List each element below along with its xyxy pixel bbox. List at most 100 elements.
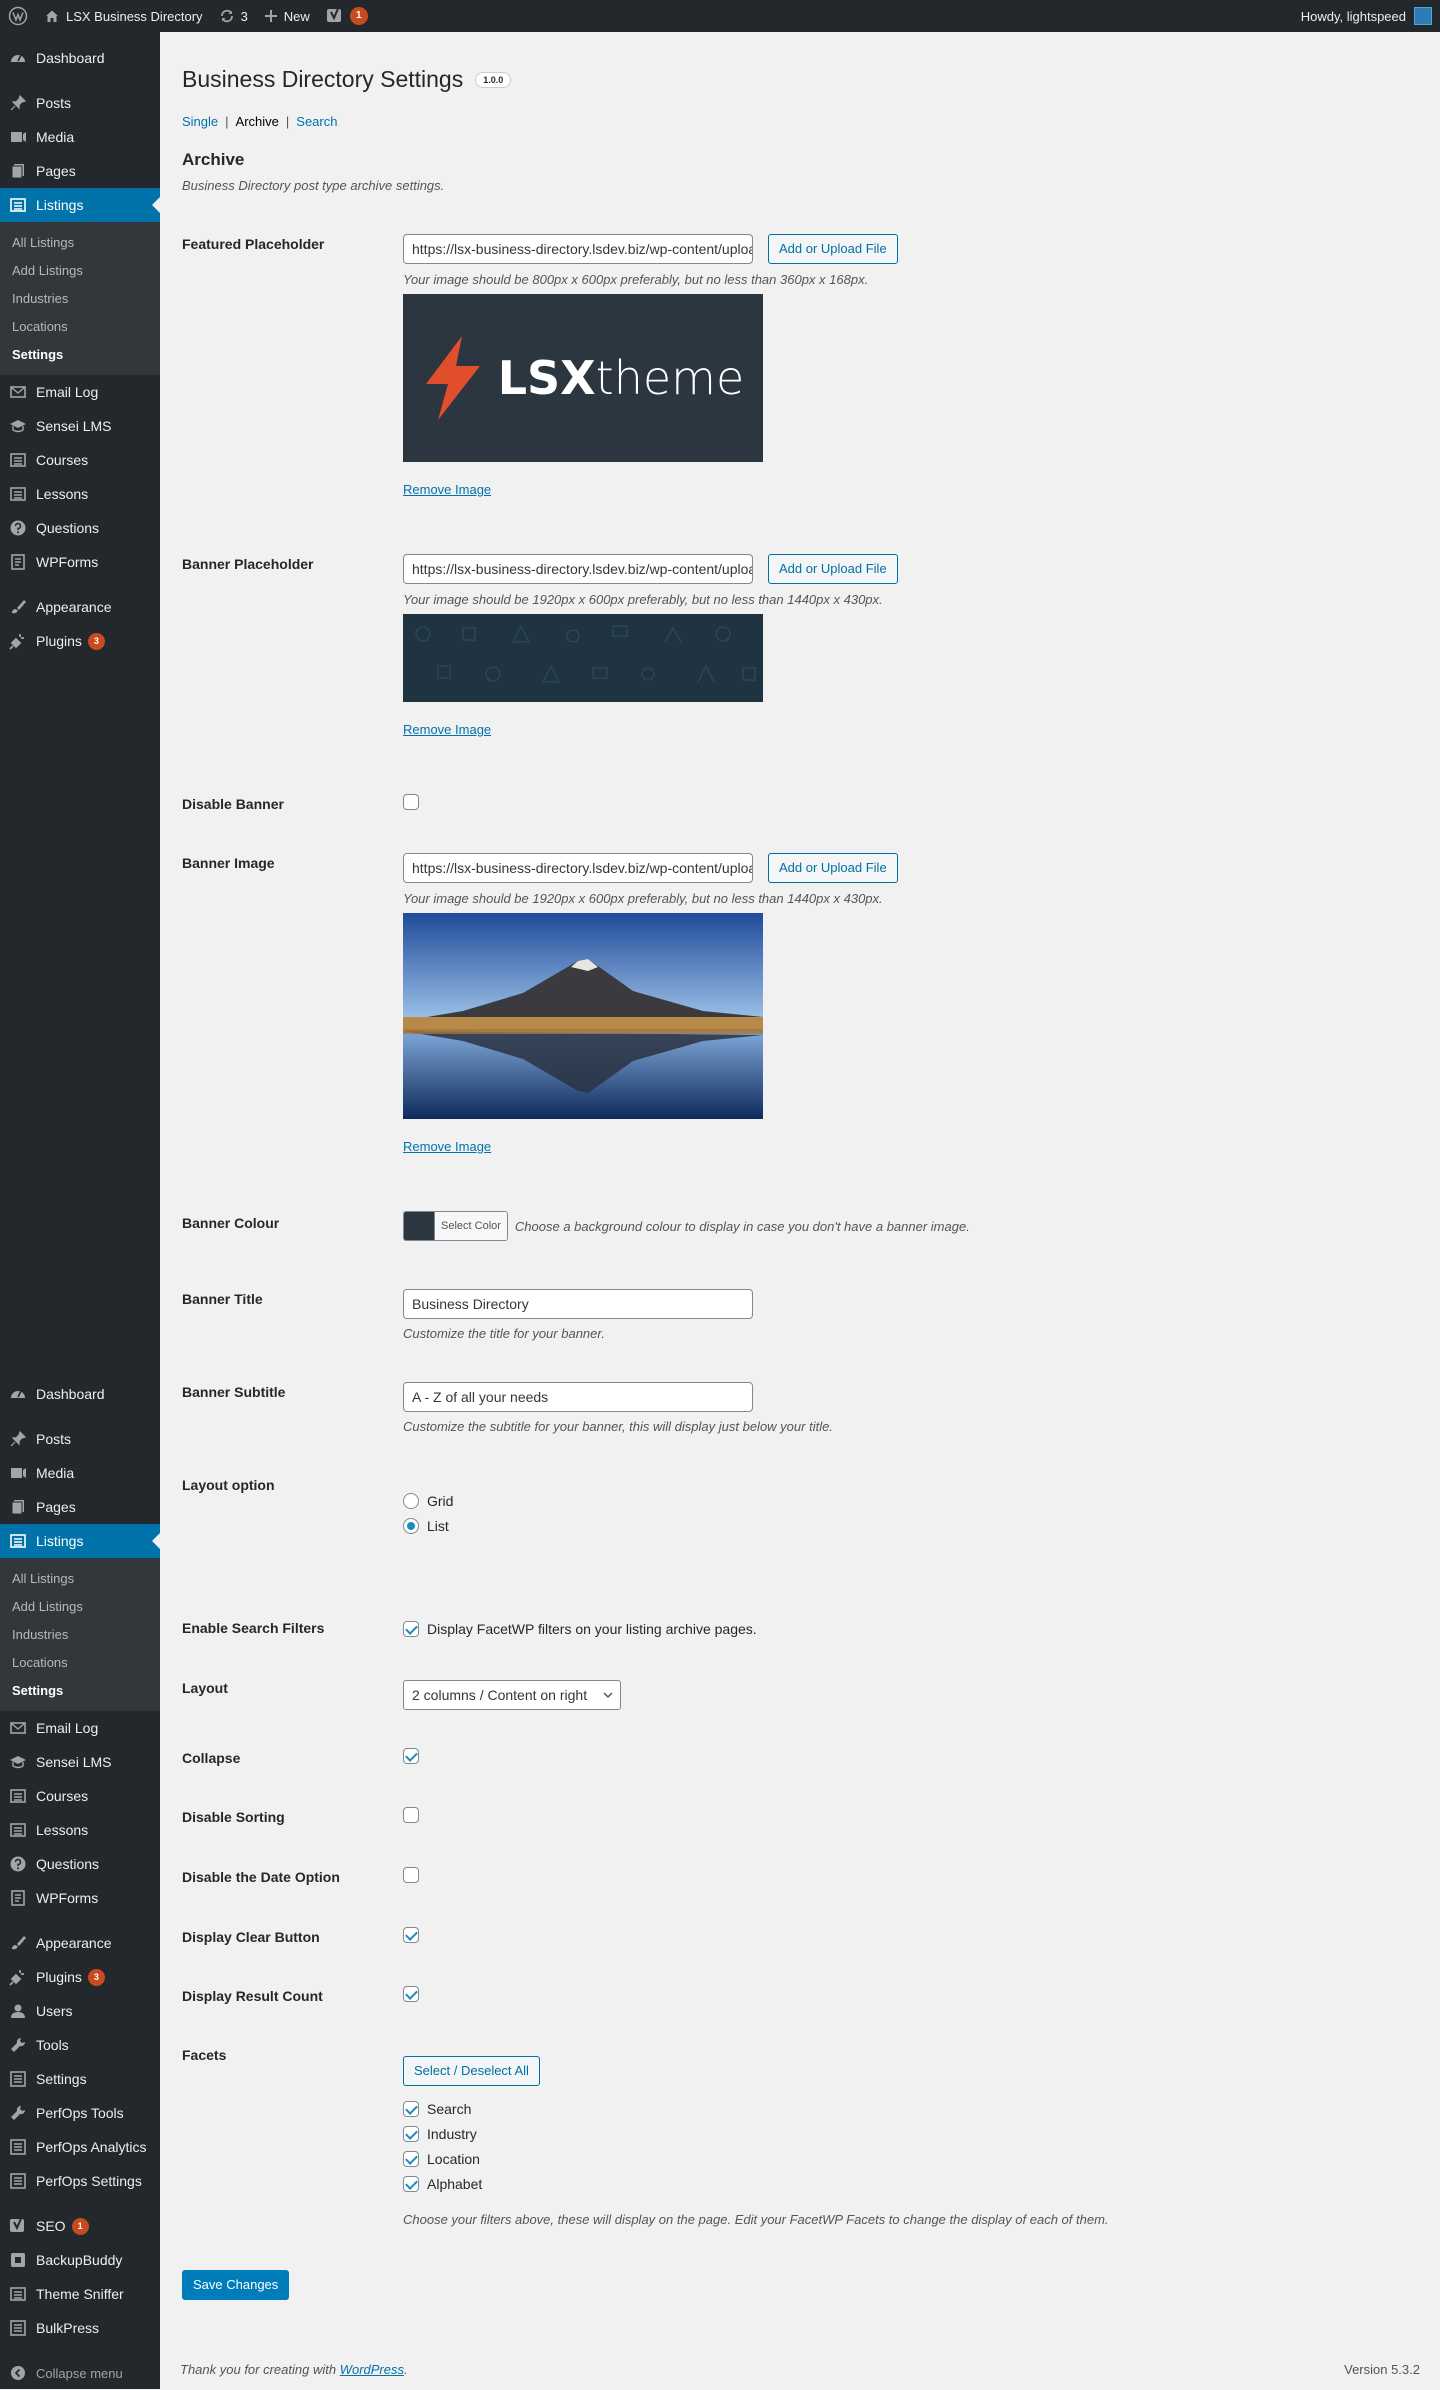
list-radio[interactable] <box>403 1517 419 1534</box>
banner-image-input[interactable]: https://lsx-business-directory.lsdev.biz… <box>403 853 753 883</box>
disable-banner-checkbox[interactable] <box>403 794 419 810</box>
menu-item-perfops-settings[interactable]: PerfOps Settings <box>0 2164 160 2198</box>
question-icon <box>0 1847 36 1881</box>
facet-option-alphabet[interactable]: Alphabet <box>403 2171 1109 2196</box>
menu-item-courses[interactable]: Courses <box>0 443 160 477</box>
featured-placeholder-input[interactable]: https://lsx-business-directory.lsdev.biz… <box>403 234 753 264</box>
submenu-item-add-listings[interactable]: Add Listings <box>0 1593 160 1621</box>
site-name-link[interactable]: LSX Business Directory <box>36 0 211 32</box>
menu-item-posts[interactable]: Posts <box>0 1422 160 1456</box>
facet-option-search[interactable]: Search <box>403 2096 1109 2121</box>
menu-item-bulkpress[interactable]: BulkPress <box>0 2311 160 2345</box>
menu-item-label: Listings <box>36 1533 84 1549</box>
layout-select[interactable]: 2 columns / Content on right <box>403 1680 621 1710</box>
menu-item-courses[interactable]: Courses <box>0 1779 160 1813</box>
menu-item-wpforms[interactable]: WPForms <box>0 1881 160 1915</box>
menu-item-users[interactable]: Users <box>0 1994 160 2028</box>
submenu-item-all-listings[interactable]: All Listings <box>0 1565 160 1593</box>
menu-item-tools[interactable]: Tools <box>0 2028 160 2062</box>
featured-remove-image-link[interactable]: Remove Image <box>403 482 491 497</box>
banner-subtitle-input[interactable]: A - Z of all your needs <box>403 1382 753 1412</box>
menu-item-questions[interactable]: Questions <box>0 511 160 545</box>
menu-item-lessons[interactable]: Lessons <box>0 1813 160 1847</box>
banner-image-remove-image-link[interactable]: Remove Image <box>403 1139 491 1154</box>
menu-item-theme-sniffer[interactable]: Theme Sniffer <box>0 2277 160 2311</box>
submenu-item-industries[interactable]: Industries <box>0 285 160 313</box>
disable-date-checkbox[interactable] <box>403 1867 419 1883</box>
banner-placeholder-input[interactable]: https://lsx-business-directory.lsdev.biz… <box>403 554 753 584</box>
menu-item-plugins[interactable]: Plugins 3 <box>0 624 160 658</box>
banner-placeholder-remove-image-link[interactable]: Remove Image <box>403 722 491 737</box>
wordpress-link[interactable]: WordPress <box>340 2362 404 2377</box>
submenu-item-all-listings[interactable]: All Listings <box>0 229 160 257</box>
list-icon <box>0 477 36 511</box>
my-account-link[interactable]: Howdy, lightspeed <box>1293 0 1440 32</box>
tab-single[interactable]: Single <box>182 114 218 129</box>
submenu-item-settings[interactable]: Settings <box>0 1677 160 1705</box>
submenu-item-industries[interactable]: Industries <box>0 1621 160 1649</box>
select-color-button[interactable]: Select Color <box>403 1211 508 1241</box>
banner-title-input[interactable]: Business Directory <box>403 1289 753 1319</box>
facet-option-location[interactable]: Location <box>403 2146 1109 2171</box>
featured-upload-button[interactable]: Add or Upload File <box>768 234 898 264</box>
menu-item-email-log[interactable]: Email Log <box>0 375 160 409</box>
menu-item-pages[interactable]: Pages <box>0 1490 160 1524</box>
grid-radio[interactable] <box>403 1492 419 1509</box>
tab-search[interactable]: Search <box>296 114 337 129</box>
facet-option-industry[interactable]: Industry <box>403 2121 1109 2146</box>
menu-item-dashboard[interactable]: Dashboard <box>0 1377 160 1411</box>
disable-sorting-checkbox[interactable] <box>403 1807 419 1823</box>
submenu-item-add-listings[interactable]: Add Listings <box>0 257 160 285</box>
submenu-item-settings[interactable]: Settings <box>0 341 160 369</box>
menu-item-listings[interactable]: Listings <box>0 188 160 222</box>
select-deselect-all-button[interactable]: Select / Deselect All <box>403 2056 540 2086</box>
facet-checkbox[interactable] <box>403 2100 419 2117</box>
footer-thanks: Thank you for creating with WordPress. <box>180 2362 408 2377</box>
submenu-item-locations[interactable]: Locations <box>0 1649 160 1677</box>
banner-placeholder-upload-button[interactable]: Add or Upload File <box>768 554 898 584</box>
menu-item-plugins[interactable]: Plugins 3 <box>0 1960 160 1994</box>
menu-item-appearance[interactable]: Appearance <box>0 1926 160 1960</box>
menu-item-email-log[interactable]: Email Log <box>0 1711 160 1745</box>
menu-item-wpforms[interactable]: WPForms <box>0 545 160 579</box>
display-result-count-checkbox[interactable] <box>403 1986 419 2002</box>
menu-item-seo[interactable]: SEO 1 <box>0 2209 160 2243</box>
menu-item-lessons[interactable]: Lessons <box>0 477 160 511</box>
submenu-item-locations[interactable]: Locations <box>0 313 160 341</box>
updates-link[interactable]: 3 <box>211 0 256 32</box>
menu-item-media[interactable]: Media <box>0 1456 160 1490</box>
menu-item-pages[interactable]: Pages <box>0 154 160 188</box>
enable-search-filters-option[interactable]: Display FacetWP filters on your listing … <box>403 1616 757 1641</box>
enable-search-filters-checkbox[interactable] <box>403 1620 419 1637</box>
menu-item-perfops-analytics[interactable]: PerfOps Analytics <box>0 2130 160 2164</box>
menu-item-perfops-tools[interactable]: PerfOps Tools <box>0 2096 160 2130</box>
chevron-down-icon <box>603 1681 613 1718</box>
layout-option-list[interactable]: List <box>403 1513 453 1538</box>
menu-item-dashboard[interactable]: Dashboard <box>0 41 160 75</box>
menu-item-appearance[interactable]: Appearance <box>0 590 160 624</box>
layout-option-grid[interactable]: Grid <box>403 1488 453 1513</box>
display-clear-checkbox[interactable] <box>403 1927 419 1943</box>
menu-item-questions[interactable]: Questions <box>0 1847 160 1881</box>
yoast-seo-link[interactable]: 1 <box>318 0 376 32</box>
menu-item-sensei-lms[interactable]: Sensei LMS <box>0 1745 160 1779</box>
collapse-checkbox[interactable] <box>403 1748 419 1764</box>
menu-item-label: Email Log <box>36 384 99 400</box>
save-changes-button[interactable]: Save Changes <box>182 2270 290 2300</box>
banner-image-upload-button[interactable]: Add or Upload File <box>768 853 898 883</box>
facet-checkbox[interactable] <box>403 2125 419 2142</box>
pin-icon <box>0 86 36 120</box>
facet-checkbox[interactable] <box>403 2175 419 2192</box>
menu-item-sensei-lms[interactable]: Sensei LMS <box>0 409 160 443</box>
wordpress-logo-icon[interactable] <box>0 0 36 32</box>
tab-archive[interactable]: Archive <box>236 114 279 129</box>
facet-checkbox[interactable] <box>403 2150 419 2167</box>
menu-item-media[interactable]: Media <box>0 120 160 154</box>
menu-item-posts[interactable]: Posts <box>0 86 160 120</box>
form-icon <box>0 1881 36 1915</box>
new-content-link[interactable]: New <box>256 0 318 32</box>
menu-item-settings[interactable]: Settings <box>0 2062 160 2096</box>
menu-item-backupbuddy[interactable]: BackupBuddy <box>0 2243 160 2277</box>
menu-item-listings[interactable]: Listings <box>0 1524 160 1558</box>
collapse-menu-button[interactable]: Collapse menu <box>0 2356 160 2390</box>
